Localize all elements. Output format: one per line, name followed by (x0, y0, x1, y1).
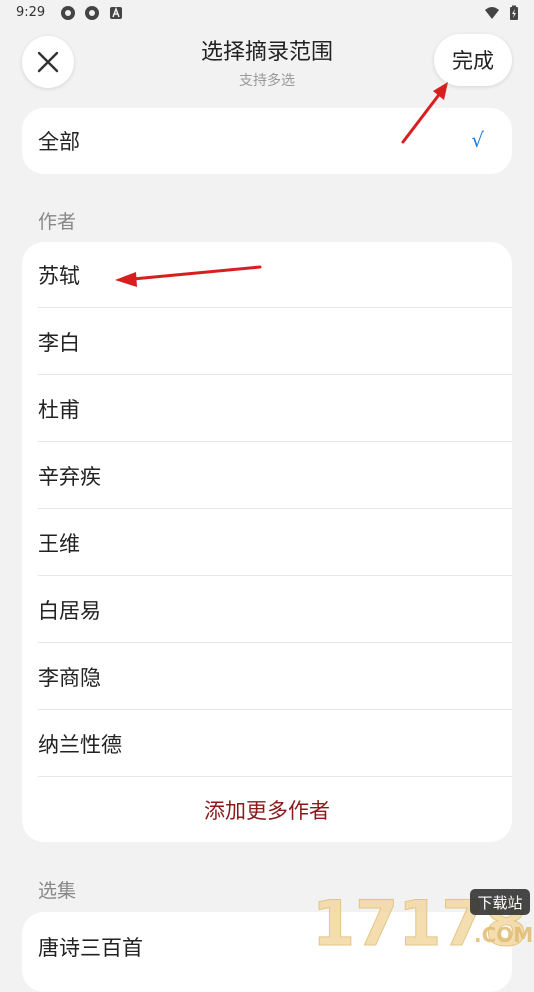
divider (38, 307, 512, 308)
divider (38, 374, 512, 375)
divider (38, 508, 512, 509)
author-item-wangwei[interactable]: 王维 (22, 510, 512, 576)
author-item-dufu[interactable]: 杜甫 (22, 376, 512, 442)
app-notification-icon (61, 6, 75, 20)
wifi-icon (485, 7, 499, 19)
check-icon: √ (471, 128, 484, 152)
author-item-lishangyin[interactable]: 李商隐 (22, 644, 512, 710)
divider (38, 776, 512, 777)
watermark-logo-icon: 17178 下载站 .COM (312, 887, 534, 961)
author-label: 杜甫 (38, 398, 80, 422)
author-label: 辛弃疾 (38, 465, 101, 489)
status-bar: 9:29 (0, 0, 534, 28)
author-label: 白居易 (38, 599, 101, 623)
author-item-baijuyi[interactable]: 白居易 (22, 577, 512, 643)
author-label: 李白 (38, 331, 80, 355)
collection-label: 唐诗三百首 (38, 936, 143, 960)
divider (38, 642, 512, 643)
divider (38, 441, 512, 442)
author-item-nalanxingde[interactable]: 纳兰性德 (22, 711, 512, 777)
author-label: 李商隐 (38, 666, 101, 690)
author-item-libai[interactable]: 李白 (22, 309, 512, 375)
add-more-authors-button[interactable]: 添加更多作者 (22, 795, 512, 825)
authors-list: 苏轼 李白 杜甫 辛弃疾 王维 白居易 李商隐 纳兰性德 添加更多作者 (22, 242, 512, 842)
collections-section-label: 选集 (38, 880, 77, 902)
a-notification-icon (110, 6, 122, 19)
author-item-sushi[interactable]: 苏轼 (22, 242, 512, 308)
author-label: 王维 (38, 532, 80, 556)
authors-section-label: 作者 (38, 211, 77, 233)
done-button[interactable]: 完成 (434, 34, 512, 86)
all-option[interactable]: 全部 √ (22, 108, 512, 174)
author-label: 纳兰性德 (38, 733, 122, 757)
watermark-badge: 下载站 (477, 894, 522, 912)
watermark-logo: 17178 下载站 .COM (310, 885, 534, 961)
battery-icon (510, 5, 518, 20)
header: 选择摘录范围 支持多选 完成 (0, 28, 534, 98)
status-time: 9:29 (16, 5, 46, 20)
divider (38, 709, 512, 710)
watermark-suffix: .COM (474, 923, 533, 947)
author-label: 苏轼 (38, 264, 80, 288)
author-item-xinqiji[interactable]: 辛弃疾 (22, 443, 512, 509)
all-option-label: 全部 (38, 130, 80, 154)
app-notification-icon-2 (85, 6, 99, 20)
divider (38, 575, 512, 576)
